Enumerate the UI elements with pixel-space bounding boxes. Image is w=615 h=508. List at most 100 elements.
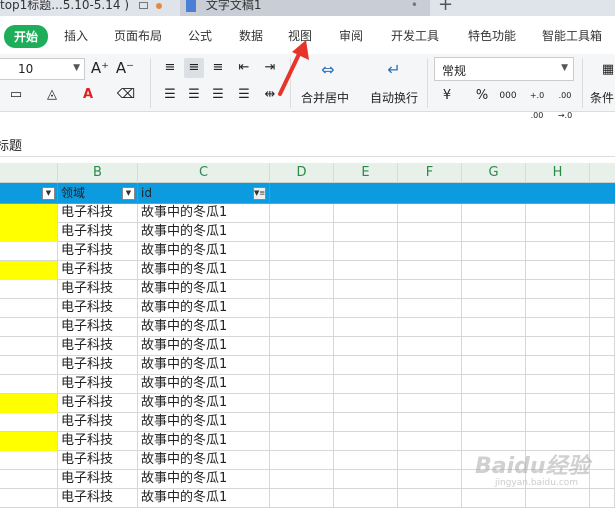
cell-d[interactable] xyxy=(270,489,334,508)
font-size-select[interactable]: 10 ▼ xyxy=(0,58,85,80)
cell-d[interactable] xyxy=(270,280,334,299)
thousands-button[interactable]: 000 xyxy=(497,86,519,106)
cell-h[interactable] xyxy=(526,261,590,280)
grow-font-button[interactable]: A⁺ xyxy=(90,58,110,78)
merge-cells-icon[interactable]: ⇔ xyxy=(318,60,338,80)
cell-a[interactable] xyxy=(0,432,58,451)
cell-domain[interactable]: 电子科技 xyxy=(58,432,138,451)
cell-a[interactable] xyxy=(0,204,58,223)
filter-dropdown-icon[interactable]: ▼ xyxy=(42,187,55,200)
menu-special[interactable]: 特色功能 xyxy=(468,27,516,44)
cell-a[interactable] xyxy=(0,394,58,413)
increase-decimal-button[interactable]: +.0 .00 xyxy=(526,86,548,120)
cell-f[interactable] xyxy=(398,299,462,318)
justify-icon[interactable]: ☰ xyxy=(234,85,254,105)
cell-d[interactable] xyxy=(270,413,334,432)
menu-insert[interactable]: 插入 xyxy=(64,27,88,44)
cell-d[interactable] xyxy=(270,299,334,318)
cell-f[interactable] xyxy=(398,204,462,223)
cell-domain[interactable]: 电子科技 xyxy=(58,280,138,299)
wrap-text-button[interactable]: 自动换行 xyxy=(370,89,418,106)
cell-e[interactable] xyxy=(334,451,398,470)
cell-domain[interactable]: 电子科技 xyxy=(58,204,138,223)
cell-d[interactable] xyxy=(270,223,334,242)
cell-i[interactable] xyxy=(590,280,615,299)
filter-active-icon[interactable]: ▼≡ xyxy=(253,187,266,200)
cell-g[interactable] xyxy=(462,299,526,318)
cell-a[interactable] xyxy=(0,489,58,508)
cell-domain[interactable]: 电子科技 xyxy=(58,451,138,470)
cell-id[interactable]: 故事中的冬瓜1 xyxy=(138,470,270,489)
menu-smart-toolbox[interactable]: 智能工具箱 xyxy=(542,27,602,44)
cell-id[interactable]: 故事中的冬瓜1 xyxy=(138,356,270,375)
cell-domain[interactable]: 电子科技 xyxy=(58,394,138,413)
cell-id[interactable]: 故事中的冬瓜1 xyxy=(138,375,270,394)
cell-h[interactable] xyxy=(526,223,590,242)
cell-domain[interactable]: 电子科技 xyxy=(58,337,138,356)
column-header-c[interactable]: C xyxy=(138,163,270,183)
cell-f[interactable] xyxy=(398,242,462,261)
align-bottom-icon[interactable]: ≡ xyxy=(208,58,228,78)
cell-a[interactable] xyxy=(0,470,58,489)
cell-domain[interactable]: 电子科技 xyxy=(58,318,138,337)
cell-f[interactable] xyxy=(398,356,462,375)
cell-e[interactable] xyxy=(334,280,398,299)
column-header-d[interactable]: D xyxy=(270,163,334,183)
cell-f[interactable] xyxy=(398,375,462,394)
cell-id[interactable]: 故事中的冬瓜1 xyxy=(138,451,270,470)
cell-g[interactable] xyxy=(462,375,526,394)
cell-domain[interactable]: 电子科技 xyxy=(58,223,138,242)
border-icon[interactable]: ▭ xyxy=(6,85,26,105)
align-middle-icon[interactable]: ≡ xyxy=(184,58,204,78)
cell-e[interactable] xyxy=(334,356,398,375)
cell-e[interactable] xyxy=(334,223,398,242)
cell-i[interactable] xyxy=(590,204,615,223)
cell-g[interactable] xyxy=(462,489,526,508)
cell-id[interactable]: 故事中的冬瓜1 xyxy=(138,280,270,299)
cell-i[interactable] xyxy=(590,489,615,508)
cell-d[interactable] xyxy=(270,337,334,356)
cell-e[interactable] xyxy=(334,432,398,451)
cell-f[interactable] xyxy=(398,470,462,489)
cell-h[interactable] xyxy=(526,375,590,394)
cell-f[interactable] xyxy=(398,451,462,470)
cell-f[interactable] xyxy=(398,337,462,356)
cell-a[interactable] xyxy=(0,451,58,470)
cell-g[interactable] xyxy=(462,280,526,299)
cell-d[interactable] xyxy=(270,394,334,413)
cell-g[interactable] xyxy=(462,204,526,223)
cell-i[interactable] xyxy=(590,299,615,318)
cell-a[interactable] xyxy=(0,413,58,432)
cell-e[interactable] xyxy=(334,394,398,413)
cell-domain[interactable]: 电子科技 xyxy=(58,489,138,508)
screen-icon[interactable] xyxy=(138,2,148,9)
cell-h[interactable] xyxy=(526,204,590,223)
wrap-text-icon[interactable]: ↵ xyxy=(384,60,404,80)
indent-decrease-icon[interactable]: ⇤ xyxy=(234,58,254,78)
cell-domain[interactable]: 电子科技 xyxy=(58,356,138,375)
cell-id[interactable]: 故事中的冬瓜1 xyxy=(138,204,270,223)
cell-d[interactable] xyxy=(270,242,334,261)
cell-domain[interactable]: 电子科技 xyxy=(58,375,138,394)
cell-i[interactable] xyxy=(590,261,615,280)
cell-e[interactable] xyxy=(334,489,398,508)
column-header-b[interactable]: B xyxy=(58,163,138,183)
cell-h[interactable] xyxy=(526,337,590,356)
cell-i[interactable] xyxy=(590,242,615,261)
cell-h[interactable] xyxy=(526,318,590,337)
cell-f[interactable] xyxy=(398,489,462,508)
cell-id[interactable]: 故事中的冬瓜1 xyxy=(138,432,270,451)
cell-f[interactable] xyxy=(398,432,462,451)
cell-g[interactable] xyxy=(462,318,526,337)
align-left-icon[interactable]: ☰ xyxy=(160,85,180,105)
new-tab-button[interactable]: + xyxy=(438,0,453,15)
cell-d[interactable] xyxy=(270,432,334,451)
column-header-f[interactable]: F xyxy=(398,163,462,183)
conditional-format-icon[interactable]: ▦ xyxy=(598,60,615,80)
cell-h[interactable] xyxy=(526,356,590,375)
cell-g[interactable] xyxy=(462,261,526,280)
cell-h[interactable] xyxy=(526,299,590,318)
cell-a[interactable] xyxy=(0,375,58,394)
align-center-icon[interactable]: ☰ xyxy=(184,85,204,105)
cell-d[interactable] xyxy=(270,470,334,489)
